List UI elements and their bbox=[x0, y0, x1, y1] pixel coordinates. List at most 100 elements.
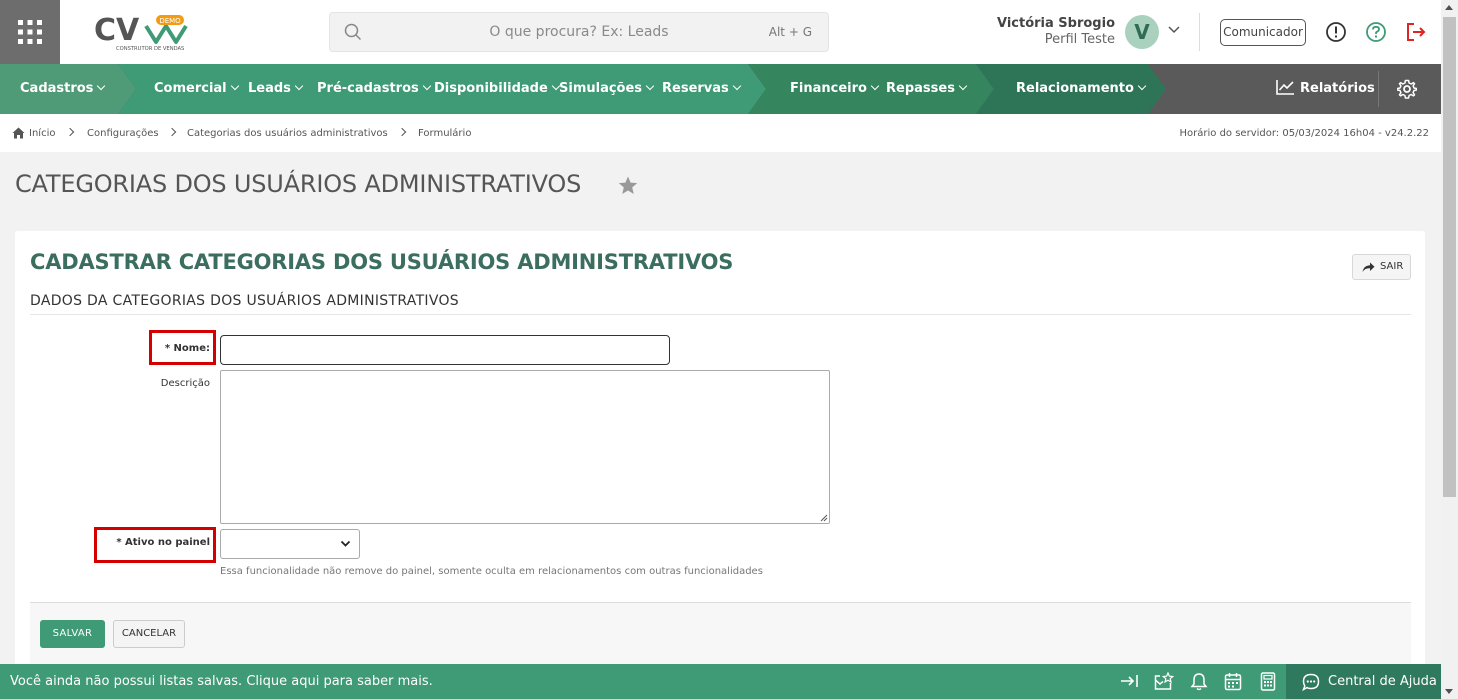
bell-icon[interactable] bbox=[1190, 672, 1208, 691]
nav-pre-cadastros[interactable]: Pré-cadastros bbox=[317, 64, 431, 114]
help-icon[interactable] bbox=[1365, 21, 1387, 43]
line-chart-icon bbox=[1276, 80, 1294, 95]
chevron-down-icon bbox=[958, 81, 968, 91]
share-arrow-icon bbox=[1362, 262, 1375, 272]
nav-financeiro-label: Financeiro bbox=[790, 81, 867, 96]
chevron-down-icon bbox=[1137, 81, 1147, 91]
nav-comercial-label: Comercial bbox=[154, 81, 227, 96]
user-profile: Perfil Teste bbox=[1044, 32, 1115, 47]
chevron-down-icon bbox=[645, 81, 655, 91]
breadcrumb-inicio[interactable]: Início bbox=[29, 128, 55, 139]
nav-financeiro[interactable]: Financeiro bbox=[790, 64, 880, 114]
breadcrumb-formulario: Formulário bbox=[418, 128, 472, 139]
chevron-down-icon bbox=[340, 540, 351, 547]
home-icon[interactable] bbox=[12, 127, 25, 139]
page-scrollbar[interactable] bbox=[1441, 0, 1458, 699]
scroll-down-arrow-icon[interactable] bbox=[1445, 689, 1453, 694]
nav-simulacoes[interactable]: Simulações bbox=[559, 64, 655, 114]
ativo-label: * Ativo no painel bbox=[116, 537, 210, 548]
nav-divider bbox=[1378, 71, 1379, 107]
breadcrumb: Início Configurações Categorias dos usuá… bbox=[0, 114, 1441, 152]
logo-text: CV bbox=[94, 13, 140, 48]
scroll-up-arrow-icon[interactable] bbox=[1445, 5, 1453, 10]
chevron-right-icon bbox=[167, 127, 177, 137]
top-header: CV DEMO CONSTRUTOR DE VENDAS O que procu… bbox=[0, 0, 1441, 64]
server-time: Horário do servidor: 05/03/2024 16h04 - … bbox=[1179, 128, 1429, 139]
scrollbar-thumb[interactable] bbox=[1443, 17, 1456, 497]
nome-label: * Nome: bbox=[164, 343, 210, 354]
favorites-icon[interactable] bbox=[1154, 672, 1174, 691]
user-info[interactable]: Victória Sbrogio Perfil Teste bbox=[997, 16, 1115, 47]
form-card: CADASTRAR CATEGORIAS DOS USUÁRIOS ADMINI… bbox=[15, 231, 1425, 671]
help-center-label: Central de Ajuda bbox=[1328, 674, 1437, 689]
nav-disponibilidade[interactable]: Disponibilidade bbox=[434, 64, 561, 114]
chevron-down-icon bbox=[870, 81, 880, 91]
nav-leads[interactable]: Leads bbox=[248, 64, 304, 114]
global-search[interactable]: O que procura? Ex: Leads Alt + G bbox=[329, 12, 829, 52]
breadcrumb-categorias[interactable]: Categorias dos usuários administrativos bbox=[187, 128, 388, 139]
comunicador-button[interactable]: Comunicador bbox=[1220, 19, 1306, 46]
apps-menu-button[interactable] bbox=[0, 0, 60, 64]
chevron-down-icon[interactable] bbox=[1168, 26, 1180, 34]
info-icon[interactable] bbox=[1325, 21, 1347, 43]
chat-bubble-icon bbox=[1302, 673, 1320, 691]
nav-pre-cadastros-label: Pré-cadastros bbox=[317, 81, 419, 96]
logo-badge: DEMO bbox=[159, 17, 181, 25]
nav-disponibilidade-label: Disponibilidade bbox=[434, 81, 548, 96]
chevron-right-icon bbox=[397, 127, 407, 137]
nav-relacionamento-label: Relacionamento bbox=[1016, 81, 1134, 96]
search-shortcut-hint: Alt + G bbox=[768, 25, 812, 39]
logout-icon[interactable] bbox=[1405, 21, 1427, 43]
chevron-down-icon bbox=[294, 81, 304, 91]
exit-button[interactable]: SAIR bbox=[1352, 254, 1411, 280]
cv-logo[interactable]: CV DEMO CONSTRUTOR DE VENDAS bbox=[92, 12, 192, 54]
chevron-down-icon bbox=[230, 81, 239, 91]
section-title: DADOS DA CATEGORIAS DOS USUÁRIOS ADMINIS… bbox=[30, 293, 459, 309]
chevron-down-icon bbox=[732, 81, 742, 91]
nav-cadastros[interactable]: Cadastros bbox=[20, 64, 106, 114]
resize-grip-icon[interactable] bbox=[819, 513, 828, 522]
search-placeholder: O que procura? Ex: Leads bbox=[489, 24, 669, 40]
nav-reservas-label: Reservas bbox=[662, 81, 729, 96]
descricao-label: Descrição bbox=[160, 378, 210, 389]
nav-repasses-label: Repasses bbox=[886, 81, 955, 96]
chevron-right-icon bbox=[65, 127, 75, 137]
saved-lists-message[interactable]: Você ainda não possui listas salvas. Cli… bbox=[10, 674, 433, 689]
collapse-right-icon[interactable] bbox=[1120, 672, 1139, 690]
logo-tagline: CONSTRUTOR DE VENDAS bbox=[116, 46, 184, 52]
page-title: CATEGORIAS DOS USUÁRIOS ADMINISTRATIVOS bbox=[15, 170, 582, 198]
nav-cadastros-label: Cadastros bbox=[20, 81, 94, 96]
header-divider bbox=[1199, 13, 1200, 51]
exit-label: SAIR bbox=[1380, 261, 1404, 272]
form-title: CADASTRAR CATEGORIAS DOS USUÁRIOS ADMINI… bbox=[30, 250, 734, 274]
nome-input[interactable] bbox=[220, 335, 670, 365]
nav-leads-label: Leads bbox=[248, 81, 291, 96]
section-divider bbox=[30, 314, 1411, 315]
avatar[interactable]: V bbox=[1125, 15, 1159, 49]
cancel-button[interactable]: CANCELAR bbox=[113, 620, 185, 648]
user-name: Victória Sbrogio bbox=[996, 16, 1115, 31]
calendar-icon[interactable] bbox=[1224, 672, 1242, 691]
calculator-icon[interactable] bbox=[1260, 672, 1276, 691]
ativo-help-text: Essa funcionalidade não remove do painel… bbox=[220, 566, 763, 577]
nav-reservas[interactable]: Reservas bbox=[662, 64, 742, 114]
nav-relacionamento[interactable]: Relacionamento bbox=[1016, 64, 1147, 114]
save-button[interactable]: SALVAR bbox=[40, 620, 105, 648]
descricao-textarea[interactable] bbox=[220, 370, 830, 524]
nav-relatorios[interactable]: Relatórios bbox=[1276, 64, 1375, 114]
bottom-bar: Você ainda não possui listas salvas. Cli… bbox=[0, 664, 1441, 699]
form-footer bbox=[30, 603, 1411, 671]
gear-icon[interactable] bbox=[1397, 79, 1417, 99]
help-center-button[interactable]: Central de Ajuda bbox=[1286, 664, 1441, 699]
chevron-down-icon bbox=[97, 81, 106, 91]
nav-repasses[interactable]: Repasses bbox=[886, 64, 968, 114]
main-nav: Cadastros Comercial Leads Pré-cadastros … bbox=[0, 64, 1441, 114]
nav-relatorios-label: Relatórios bbox=[1300, 81, 1375, 96]
grid-icon bbox=[18, 20, 42, 44]
breadcrumb-configuracoes[interactable]: Configurações bbox=[87, 128, 159, 139]
nav-simulacoes-label: Simulações bbox=[559, 81, 643, 96]
chevron-down-icon bbox=[422, 81, 431, 91]
ativo-select[interactable] bbox=[220, 529, 360, 559]
star-icon[interactable] bbox=[618, 176, 638, 195]
nav-comercial[interactable]: Comercial bbox=[154, 64, 239, 114]
